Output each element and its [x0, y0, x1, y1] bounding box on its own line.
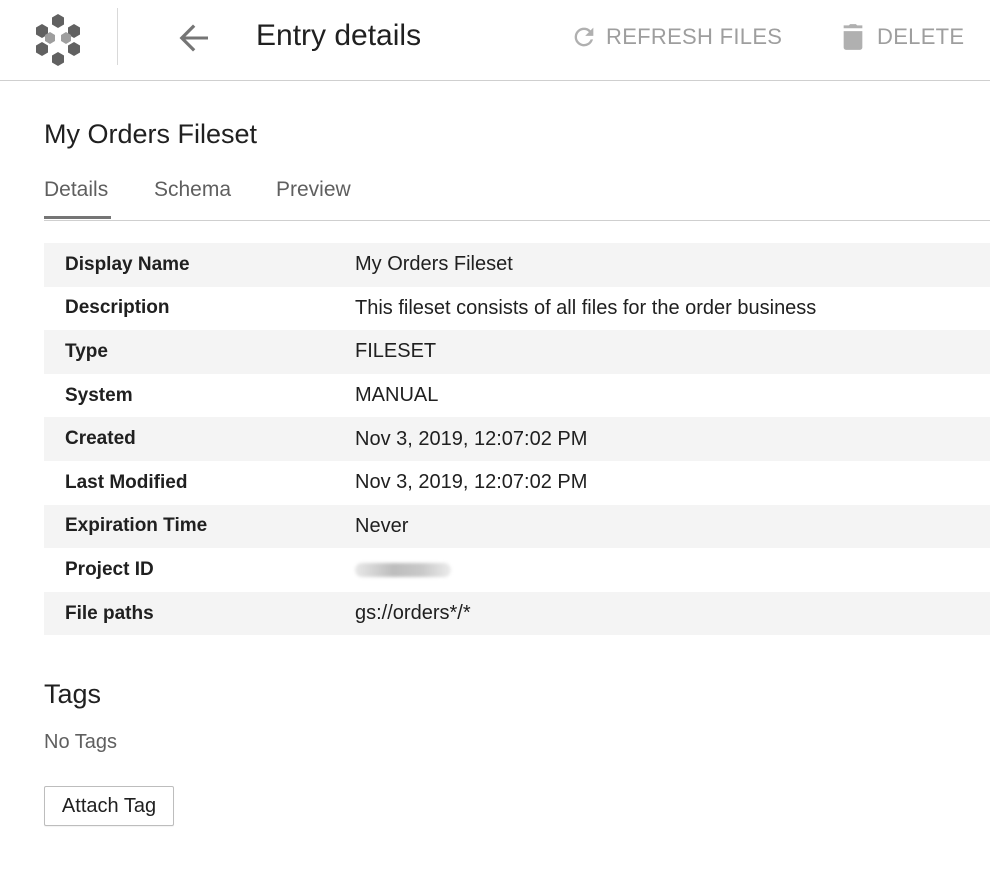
table-row: Project ID	[44, 548, 990, 592]
detail-key: Expiration Time	[65, 515, 208, 537]
refresh-icon	[574, 27, 594, 47]
tab-bar: Details Schema Preview	[44, 172, 990, 221]
tab-schema[interactable]: Schema	[154, 178, 231, 214]
redacted-project-id	[355, 563, 451, 578]
page-title: Entry details	[256, 19, 422, 52]
detail-key: Last Modified	[65, 471, 188, 493]
table-row: Created Nov 3, 2019, 12:07:02 PM	[44, 417, 990, 461]
table-row: Last Modified Nov 3, 2019, 12:07:02 PM	[44, 460, 990, 505]
table-row: File paths gs://orders*/*	[44, 591, 990, 636]
data-catalog-logo-icon[interactable]	[28, 8, 88, 68]
top-app-bar: Entry details REFRESH FILES DELETE	[0, 0, 990, 81]
trash-icon	[843, 24, 863, 50]
detail-key: Project ID	[65, 558, 154, 580]
detail-value: Never	[355, 514, 409, 537]
detail-value: Nov 3, 2019, 12:07:02 PM	[355, 427, 588, 450]
detail-value: This fileset consists of all files for t…	[355, 296, 817, 319]
tab-preview[interactable]: Preview	[276, 178, 351, 214]
attach-tag-button[interactable]: Attach Tag	[44, 786, 174, 826]
detail-key: File paths	[65, 602, 154, 624]
table-row: Display Name My Orders Fileset	[44, 243, 990, 287]
detail-key: Display Name	[65, 253, 190, 275]
details-table: Display Name My Orders Fileset Descripti…	[44, 243, 990, 636]
entry-name-heading: My Orders Fileset	[44, 119, 258, 149]
no-tags-text: No Tags	[44, 731, 118, 753]
header-divider	[117, 8, 118, 65]
table-row: System MANUAL	[44, 373, 990, 418]
active-tab-indicator	[44, 216, 111, 219]
detail-key: System	[65, 384, 133, 406]
detail-value	[355, 548, 990, 592]
delete-button[interactable]: DELETE	[841, 20, 964, 54]
detail-value: gs://orders*/*	[355, 602, 471, 625]
detail-value: My Orders Fileset	[355, 253, 513, 276]
detail-key: Description	[65, 297, 170, 319]
detail-value: FILESET	[355, 340, 437, 363]
back-button[interactable]	[174, 18, 214, 58]
detail-value: Nov 3, 2019, 12:07:02 PM	[355, 471, 588, 494]
refresh-files-label: REFRESH FILES	[606, 24, 783, 49]
arrow-back-icon	[179, 24, 208, 52]
table-row: Type FILESET	[44, 330, 990, 374]
table-row: Expiration Time Never	[44, 504, 990, 549]
tab-details[interactable]: Details	[44, 178, 108, 214]
tags-heading: Tags	[44, 679, 102, 709]
detail-key: Type	[65, 340, 108, 362]
table-row: Description This fileset consists of all…	[44, 286, 990, 331]
detail-key: Created	[65, 428, 136, 450]
refresh-files-button[interactable]: REFRESH FILES	[570, 20, 782, 54]
delete-label: DELETE	[877, 24, 965, 49]
detail-value: MANUAL	[355, 384, 439, 407]
